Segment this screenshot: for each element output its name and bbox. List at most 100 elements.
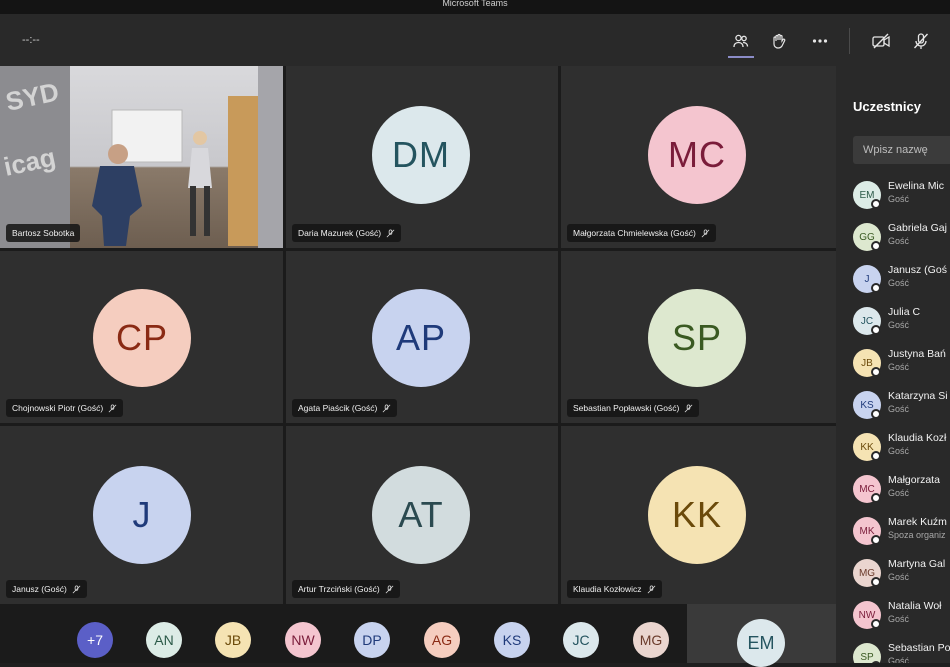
participant-list-item[interactable]: KK Klaudia Kozł Gość bbox=[853, 430, 950, 468]
raise-hand-button[interactable] bbox=[766, 28, 792, 54]
video-feed: SYD icag bbox=[0, 66, 283, 248]
participant-tile[interactable]: AP Agata Piaścik (Gość) bbox=[286, 251, 558, 423]
participant-avatar: CP bbox=[93, 289, 191, 387]
strip-participant-avatar[interactable]: KS bbox=[494, 622, 530, 658]
meeting-toolbar: --:-- bbox=[0, 14, 950, 66]
participant-role: Gość bbox=[888, 194, 910, 204]
participant-list-item[interactable]: JB Justyna Bań Gość bbox=[853, 346, 950, 384]
overflow-participants-strip: +7 AN JB NW DP AG KS JC MG EM bbox=[0, 604, 836, 667]
participant-avatar: AP bbox=[372, 289, 470, 387]
strip-participant-avatar[interactable]: DP bbox=[354, 622, 390, 658]
avatar-initials: MG bbox=[639, 632, 663, 648]
avatar-initials: JB bbox=[861, 357, 873, 369]
participant-list-item[interactable]: J Janusz (Goś Gość bbox=[853, 262, 950, 300]
avatar-initials: J bbox=[864, 273, 870, 285]
participant-avatar: MC bbox=[648, 106, 746, 204]
participants-icon bbox=[733, 34, 749, 48]
more-participants-button[interactable]: +7 bbox=[77, 622, 113, 658]
participant-name: Janusz (Goś bbox=[888, 264, 947, 276]
avatar-initials: J bbox=[132, 494, 152, 535]
strip-participant-avatar[interactable]: NW bbox=[285, 622, 321, 658]
presence-status-icon bbox=[871, 577, 881, 587]
participant-tile[interactable]: AT Artur Trzciński (Gość) bbox=[286, 426, 558, 604]
mic-off-icon bbox=[684, 403, 693, 412]
participant-role: Gość bbox=[888, 446, 910, 456]
presence-status-icon bbox=[871, 409, 881, 419]
avatar-initials: AP bbox=[395, 317, 447, 358]
mic-toggle-button[interactable] bbox=[908, 28, 934, 54]
participant-name: Julia C bbox=[888, 306, 921, 318]
participant-tile[interactable]: J Janusz (Gość) bbox=[0, 426, 283, 604]
presence-status-icon bbox=[871, 535, 881, 545]
participant-role: Gość bbox=[888, 404, 910, 414]
participant-list-item[interactable]: JC Julia C Gość bbox=[853, 304, 950, 342]
participant-search-input[interactable]: Wpisz nazwę bbox=[853, 136, 950, 164]
participant-tile-video[interactable]: SYD icag Bartosz Sobotka bbox=[0, 66, 283, 248]
strip-participant-avatar[interactable]: JB bbox=[215, 622, 251, 658]
participant-list-item[interactable]: MG Martyna Gal Gość bbox=[853, 556, 950, 594]
mic-off-icon bbox=[72, 584, 81, 593]
participant-name-tag: Janusz (Gość) bbox=[6, 580, 87, 598]
window-title: Microsoft Teams bbox=[442, 0, 508, 8]
strip-participant-avatar[interactable]: MG bbox=[633, 622, 669, 658]
participant-list-item[interactable]: KS Katarzyna Si Gość bbox=[853, 388, 950, 426]
participant-name: Ewelina Mic bbox=[888, 180, 945, 192]
participant-role: Gość bbox=[888, 278, 910, 288]
participant-list-item[interactable]: NW Natalia Woł Gość bbox=[853, 598, 950, 636]
mic-off-icon bbox=[385, 584, 394, 593]
presence-status-icon bbox=[871, 493, 881, 503]
participant-role: Gość bbox=[888, 572, 910, 582]
participant-list-item[interactable]: MK Marek Kuźm Spoza organiz bbox=[853, 514, 950, 552]
avatar-initials: AT bbox=[398, 494, 444, 535]
avatar-initials: KS bbox=[502, 632, 522, 648]
participant-name: Martyna Gal bbox=[888, 558, 946, 570]
participant-list-item[interactable]: EM Ewelina Mic Gość bbox=[853, 178, 950, 216]
participant-list-item[interactable]: MC Małgorzata Gość bbox=[853, 472, 950, 510]
avatar-initials: KK bbox=[671, 494, 723, 535]
presence-status-icon bbox=[871, 367, 881, 377]
participant-role: Gość bbox=[888, 236, 910, 246]
more-options-button[interactable] bbox=[807, 28, 833, 54]
avatar-initials: KS bbox=[860, 399, 874, 411]
self-view-tile[interactable]: EM bbox=[687, 604, 836, 667]
mic-off-icon bbox=[386, 228, 395, 237]
participant-name: Justyna Bań bbox=[888, 348, 946, 360]
toolbar-divider bbox=[849, 28, 850, 54]
participants-button[interactable] bbox=[728, 28, 754, 54]
camera-toggle-button[interactable] bbox=[868, 28, 894, 54]
participant-name: Janusz (Gość) bbox=[12, 584, 67, 594]
participants-panel: Uczestnicy Wpisz nazwę EM Ewelina Mic Gość… bbox=[836, 66, 950, 663]
participant-name: Małgorzata Chmielewska (Gość) bbox=[573, 228, 696, 238]
avatar-initials: NW bbox=[291, 632, 315, 648]
participant-tile[interactable]: DM Daria Mazurek (Gość) bbox=[286, 66, 558, 248]
participant-name-tag: Chojnowski Piotr (Gość) bbox=[6, 399, 124, 417]
participant-name: Artur Trzciński (Gość) bbox=[298, 584, 380, 594]
participant-name: Klaudia Kozł bbox=[888, 432, 947, 444]
participant-name: Agata Piaścik (Gość) bbox=[298, 403, 378, 413]
participant-tile[interactable]: SP Sebastian Popławski (Gość) bbox=[561, 251, 836, 423]
mic-off-icon bbox=[701, 228, 710, 237]
participant-name-tag: Daria Mazurek (Gość) bbox=[292, 224, 402, 242]
strip-participant-avatar[interactable]: AG bbox=[424, 622, 460, 658]
strip-participant-avatar[interactable]: JC bbox=[563, 622, 599, 658]
participant-list-item[interactable]: SP Sebastian Po Gość bbox=[853, 640, 950, 663]
meeting-timer: --:-- bbox=[22, 34, 40, 46]
video-scene: SYD icag bbox=[0, 66, 283, 248]
presence-status-icon bbox=[871, 451, 881, 461]
participant-list-item[interactable]: GG Gabriela Gaj Gość bbox=[853, 220, 950, 258]
participant-name: Marek Kuźm bbox=[888, 516, 947, 528]
participant-role: Gość bbox=[888, 614, 910, 624]
participant-name-tag: Artur Trzciński (Gość) bbox=[292, 580, 400, 598]
presence-status-icon bbox=[871, 325, 881, 335]
participant-tile[interactable]: CP Chojnowski Piotr (Gość) bbox=[0, 251, 283, 423]
participant-name: Bartosz Sobotka bbox=[12, 228, 75, 238]
participants-active-indicator bbox=[728, 56, 754, 58]
strip-participant-avatar[interactable]: AN bbox=[146, 622, 182, 658]
participant-tile[interactable]: MC Małgorzata Chmielewska (Gość) bbox=[561, 66, 836, 248]
avatar-initials: SP bbox=[671, 317, 723, 358]
participant-name: Klaudia Kozłowicz bbox=[573, 584, 642, 594]
participant-tile[interactable]: KK Klaudia Kozłowicz bbox=[561, 426, 836, 604]
avatar-initials: EM bbox=[747, 632, 775, 653]
participant-name: Sebastian Popławski (Gość) bbox=[573, 403, 680, 413]
avatar-initials: DP bbox=[362, 632, 382, 648]
